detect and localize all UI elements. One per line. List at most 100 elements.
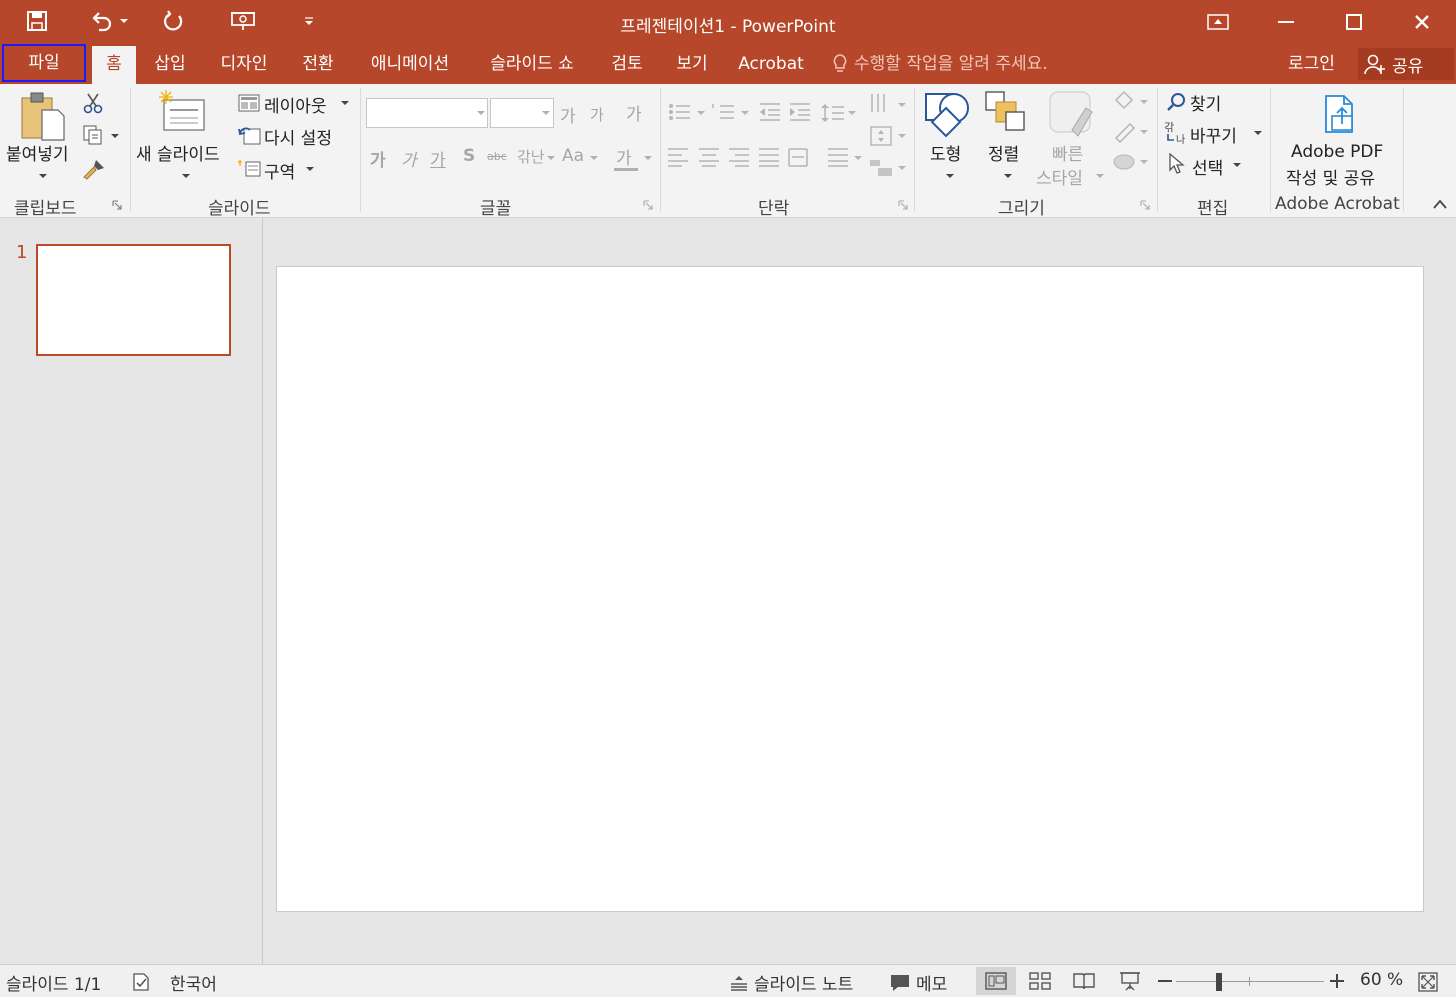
language-indicator[interactable]: 한국어 — [170, 970, 217, 995]
fit-to-window-icon[interactable] — [1418, 972, 1438, 992]
undo-icon[interactable] — [84, 6, 118, 36]
copy-icon[interactable] — [82, 124, 104, 146]
alignment-icons[interactable] — [668, 146, 808, 168]
layout-dropdown-icon[interactable] — [341, 101, 349, 105]
paragraph-launcher-icon[interactable] — [898, 200, 908, 210]
quick-styles-icon[interactable] — [1048, 90, 1096, 138]
customize-icon[interactable] — [294, 6, 324, 36]
save-icon[interactable] — [20, 6, 54, 36]
tab-transitions[interactable]: 전환 — [294, 44, 342, 84]
font-color-button[interactable]: 가 — [616, 144, 632, 169]
reset-label[interactable]: 다시 설정 — [264, 124, 332, 149]
numbering-icon[interactable] — [712, 102, 752, 122]
notes-button[interactable]: 슬라이드 노트 — [730, 970, 853, 995]
slide-sorter-icon[interactable] — [1020, 967, 1060, 995]
ribbon-display-options-icon[interactable] — [1184, 0, 1252, 44]
drawing-launcher-icon[interactable] — [1140, 200, 1150, 210]
quick-styles-label-1[interactable]: 빠른 — [1052, 140, 1083, 165]
reading-view-icon[interactable] — [1064, 967, 1104, 995]
shapes-icon[interactable] — [924, 90, 972, 138]
tab-file[interactable]: 파일 — [2, 44, 86, 82]
select-dropdown-icon[interactable] — [1233, 163, 1241, 167]
clear-format-button[interactable]: 가 — [626, 100, 642, 125]
find-label[interactable]: 찾기 — [1190, 90, 1221, 115]
adobe-pdf-label-2[interactable]: 작성 및 공유 — [1286, 164, 1375, 189]
search-icon[interactable] — [1166, 92, 1186, 112]
comments-button[interactable]: 메모 — [890, 970, 947, 995]
minimize-icon[interactable] — [1252, 0, 1320, 44]
char-spacing-dropdown-icon[interactable] — [547, 156, 555, 160]
close-icon[interactable] — [1388, 0, 1456, 44]
new-slide-dropdown-icon[interactable] — [182, 174, 190, 178]
zoom-slider-track[interactable] — [1176, 981, 1324, 982]
presentation-icon[interactable] — [226, 6, 260, 36]
arrange-dropdown-icon[interactable] — [1004, 174, 1012, 178]
columns-icon[interactable] — [826, 146, 866, 168]
grow-font-button[interactable]: 가 — [560, 102, 576, 127]
slide-thumbnail[interactable] — [36, 244, 231, 356]
select-cursor-icon[interactable] — [1168, 152, 1186, 174]
bullets-icon[interactable] — [668, 102, 708, 122]
paste-icon[interactable] — [18, 90, 66, 144]
italic-button[interactable]: 가 — [401, 146, 417, 171]
new-slide-icon[interactable] — [156, 90, 208, 134]
text-direction-icon[interactable] — [868, 92, 908, 118]
shapes-dropdown-icon[interactable] — [946, 174, 954, 178]
quick-styles-dropdown-icon[interactable] — [1096, 174, 1104, 178]
align-text-icon[interactable] — [868, 124, 908, 148]
section-icon[interactable] — [238, 158, 262, 178]
change-case-button[interactable]: Aa — [562, 146, 584, 166]
arrange-icon[interactable] — [984, 90, 1028, 134]
undo-dropdown-icon[interactable] — [114, 6, 134, 36]
select-label[interactable]: 선택 — [1192, 154, 1223, 179]
tab-slideshow[interactable]: 슬라이드 쇼 — [478, 44, 586, 84]
section-dropdown-icon[interactable] — [306, 167, 314, 171]
shapes-label[interactable]: 도형 — [930, 140, 961, 165]
tab-insert[interactable]: 삽입 — [146, 44, 194, 84]
redo-icon[interactable] — [156, 6, 190, 36]
font-launcher-icon[interactable] — [643, 200, 653, 210]
section-label[interactable]: 구역 — [264, 158, 295, 183]
tab-design[interactable]: 디자인 — [210, 44, 278, 84]
shrink-font-button[interactable]: 가 — [590, 104, 604, 125]
font-name-dropdown-icon[interactable] — [477, 111, 485, 115]
zoom-level[interactable]: 60 % — [1360, 970, 1403, 990]
zoom-in-icon[interactable] — [1328, 971, 1346, 991]
arrange-label[interactable]: 정렬 — [988, 140, 1019, 165]
replace-label[interactable]: 바꾸기 — [1190, 122, 1237, 147]
login-link[interactable]: 로그인 — [1288, 44, 1335, 84]
shape-outline-icon[interactable] — [1112, 120, 1150, 144]
font-size-dropdown-icon[interactable] — [542, 111, 550, 115]
strikethrough-button[interactable]: abc — [487, 150, 507, 163]
zoom-out-icon[interactable] — [1156, 971, 1174, 991]
adobe-pdf-label-1[interactable]: Adobe PDF — [1291, 142, 1383, 162]
normal-view-icon[interactable] — [976, 967, 1016, 995]
slide-canvas[interactable] — [276, 266, 1424, 912]
replace-icon[interactable]: 갂나 — [1164, 120, 1188, 144]
char-spacing-button[interactable]: 갂난 — [517, 146, 545, 167]
quick-styles-label-2[interactable]: 스타일 — [1036, 164, 1083, 189]
copy-dropdown-icon[interactable] — [111, 134, 119, 138]
replace-dropdown-icon[interactable] — [1254, 131, 1262, 135]
tab-home[interactable]: 홈 — [92, 46, 136, 84]
reset-icon[interactable] — [238, 126, 262, 146]
increase-indent-icon[interactable] — [788, 102, 812, 122]
clipboard-launcher-icon[interactable] — [112, 200, 122, 210]
share-button[interactable]: 공유 — [1358, 48, 1454, 80]
slideshow-view-icon[interactable] — [1110, 967, 1150, 995]
decrease-indent-icon[interactable] — [758, 102, 782, 122]
adobe-pdf-share-icon[interactable] — [1318, 92, 1362, 138]
font-name-field[interactable] — [366, 98, 488, 128]
paste-dropdown-icon[interactable] — [39, 174, 47, 178]
layout-icon[interactable] — [238, 94, 260, 112]
tab-view[interactable]: 보기 — [668, 44, 716, 84]
paste-label[interactable]: 붙여넣기 — [6, 140, 69, 165]
cut-icon[interactable] — [82, 92, 104, 114]
line-spacing-icon[interactable] — [820, 102, 860, 124]
tab-animations[interactable]: 애니메이션 — [360, 44, 460, 84]
bold-button[interactable]: 가 — [370, 146, 386, 171]
collapse-ribbon-icon[interactable] — [1432, 198, 1448, 210]
format-painter-icon[interactable] — [82, 158, 106, 180]
shadow-button[interactable]: S — [463, 146, 475, 166]
shape-effects-icon[interactable] — [1112, 150, 1150, 174]
